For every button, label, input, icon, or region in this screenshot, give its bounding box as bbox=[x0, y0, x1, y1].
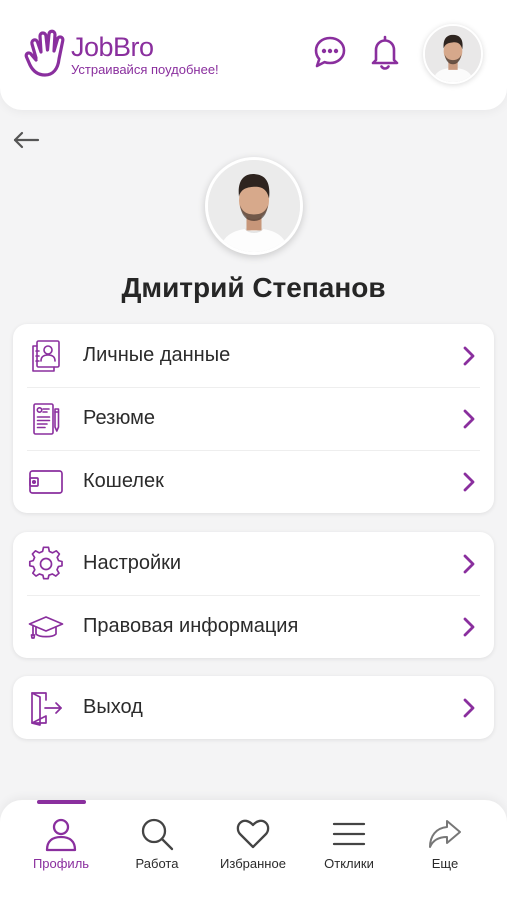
tab-responses[interactable]: Отклики bbox=[301, 800, 397, 900]
tab-favorites[interactable]: Избранное bbox=[205, 800, 301, 900]
menu-card-settings: Настройки Правовая информация bbox=[13, 532, 494, 658]
heart-icon bbox=[236, 819, 270, 849]
chat-icon[interactable] bbox=[312, 34, 348, 70]
active-tab-indicator bbox=[37, 800, 86, 804]
menu-item-resume[interactable]: Резюме bbox=[13, 387, 494, 450]
tab-label: Работа bbox=[135, 856, 179, 871]
personal-data-icon bbox=[32, 340, 60, 372]
menu-item-label: Правовая информация bbox=[83, 615, 299, 637]
app-header: JobBro Устраивайся поудобнее! bbox=[0, 0, 507, 110]
arrow-left-icon[interactable] bbox=[12, 128, 40, 152]
tab-profile[interactable]: Профиль bbox=[13, 800, 109, 900]
chevron-right-icon bbox=[463, 409, 475, 429]
menu-item-settings[interactable]: Настройки bbox=[13, 532, 494, 595]
menu-item-label: Выход bbox=[83, 696, 143, 718]
profile-name: Дмитрий Степанов bbox=[121, 272, 386, 303]
logout-icon bbox=[31, 692, 62, 726]
menu-card-account: Личные данные Резюме Кошелек bbox=[13, 324, 494, 513]
user-avatar bbox=[208, 160, 300, 252]
menu-item-wallet[interactable]: Кошелек bbox=[13, 450, 494, 513]
header-avatar[interactable] bbox=[423, 24, 483, 84]
resume-icon bbox=[33, 403, 60, 435]
profile-avatar[interactable] bbox=[205, 157, 303, 255]
tab-label: Избранное bbox=[220, 856, 286, 871]
menu-item-label: Личные данные bbox=[83, 344, 231, 366]
graduation-cap-icon bbox=[28, 616, 64, 639]
menu-item-legal-info[interactable]: Правовая информация bbox=[13, 595, 494, 658]
menu-item-personal-data[interactable]: Личные данные bbox=[13, 324, 494, 387]
menu-card-logout: Выход bbox=[13, 676, 494, 739]
bottom-tab-bar: Профиль Работа Избранное Отклики Еще bbox=[0, 800, 507, 900]
search-icon bbox=[141, 818, 174, 851]
tab-more[interactable]: Еще bbox=[397, 800, 493, 900]
menu-item-label: Резюме bbox=[83, 407, 155, 429]
menu-item-label: Настройки bbox=[83, 552, 182, 574]
tab-label: Отклики bbox=[324, 856, 374, 871]
menu-item-label: Кошелек bbox=[83, 470, 164, 492]
chevron-right-icon bbox=[463, 617, 475, 637]
gear-icon bbox=[28, 546, 63, 580]
chevron-right-icon bbox=[463, 346, 475, 366]
tab-jobs[interactable]: Работа bbox=[109, 800, 205, 900]
user-icon bbox=[45, 818, 77, 852]
logo-title: JobBro bbox=[71, 32, 154, 62]
tab-label: Профиль bbox=[32, 856, 90, 871]
tab-label: Еще bbox=[431, 856, 459, 871]
menu-item-logout[interactable]: Выход bbox=[13, 676, 494, 739]
logo-tagline: Устраивайся поудобнее! bbox=[71, 62, 219, 77]
chevron-right-icon bbox=[463, 472, 475, 492]
bell-icon[interactable] bbox=[367, 34, 403, 70]
wallet-icon bbox=[29, 470, 63, 494]
logo[interactable]: JobBro Устраивайся поудобнее! bbox=[24, 28, 254, 82]
menu-icon bbox=[332, 822, 366, 846]
chevron-right-icon bbox=[463, 554, 475, 574]
hand-icon bbox=[24, 29, 65, 77]
chevron-right-icon bbox=[463, 698, 475, 718]
share-icon bbox=[429, 820, 461, 848]
user-avatar bbox=[425, 26, 481, 82]
